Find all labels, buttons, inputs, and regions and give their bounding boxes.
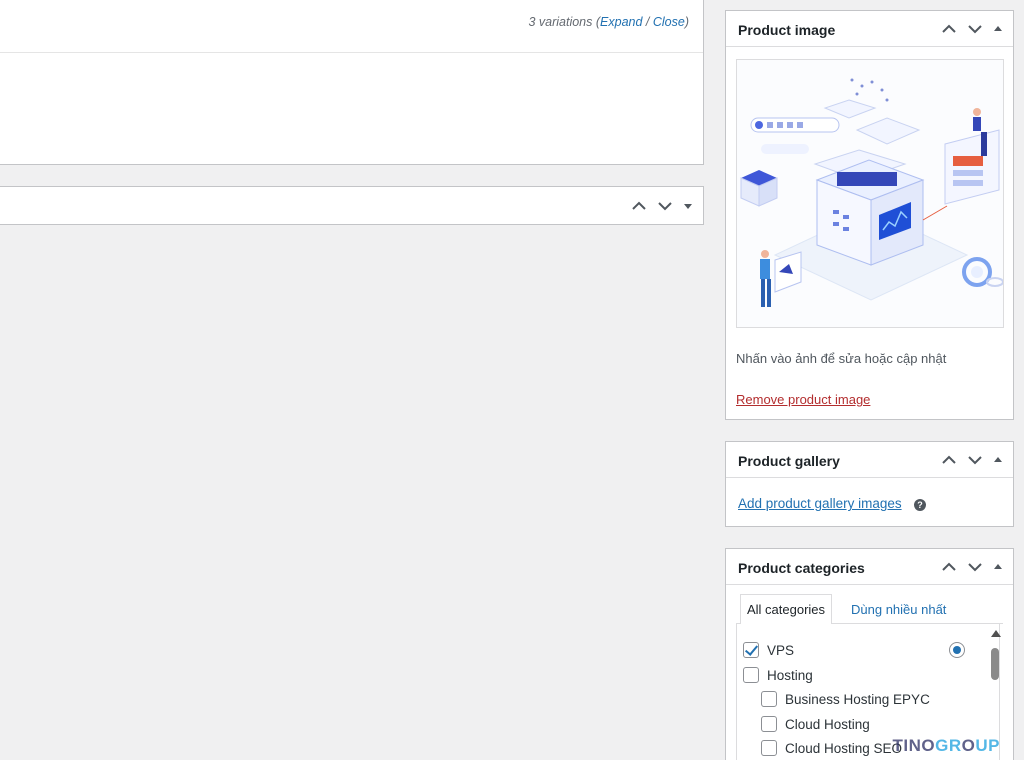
close-link[interactable]: Close bbox=[653, 15, 685, 29]
category-label: VPS bbox=[767, 642, 795, 658]
variations-close-paren: ) bbox=[684, 15, 689, 29]
chevron-up-icon[interactable] bbox=[631, 198, 647, 214]
product-gallery-controls bbox=[941, 452, 1003, 468]
product-gallery-box: Product gallery Add product gallery imag… bbox=[725, 441, 1014, 527]
toggle-arrow-icon[interactable] bbox=[993, 452, 1003, 468]
watermark-part: UP bbox=[975, 736, 1000, 755]
category-checkbox[interactable] bbox=[743, 667, 759, 683]
toggle-arrow-icon[interactable] bbox=[993, 21, 1003, 37]
toggle-arrow-icon[interactable] bbox=[993, 559, 1003, 575]
product-gallery-title: Product gallery bbox=[738, 453, 840, 469]
help-icon[interactable]: ? bbox=[914, 499, 926, 511]
product-image-box: Product image Nhấn vào ảnh để sửa hoặc c… bbox=[725, 10, 1014, 420]
product-categories-controls bbox=[941, 559, 1003, 575]
toggle-arrow-icon[interactable] bbox=[683, 198, 693, 214]
add-gallery-images-link[interactable]: Add product gallery images bbox=[738, 496, 902, 511]
watermark-part: O bbox=[961, 736, 976, 755]
category-item-cloud-hosting-seo: Cloud Hosting SEO bbox=[761, 740, 902, 756]
category-item-hosting: Hosting bbox=[743, 667, 813, 683]
scroll-up-arrow-icon[interactable] bbox=[991, 630, 1001, 637]
chevron-up-icon[interactable] bbox=[941, 452, 957, 468]
chevron-down-icon[interactable] bbox=[967, 452, 983, 468]
category-label: Business Hosting EPYC bbox=[785, 691, 930, 707]
variations-toolbar: 3 variations (Expand / Close) bbox=[0, 0, 703, 53]
product-categories-header: Product categories bbox=[726, 549, 1013, 585]
tab-most-used[interactable]: Dùng nhiều nhất bbox=[844, 594, 953, 625]
chevron-down-icon[interactable] bbox=[967, 559, 983, 575]
category-label: Cloud Hosting SEO bbox=[785, 740, 903, 756]
category-checkbox[interactable] bbox=[761, 691, 777, 707]
scroll-thumb[interactable] bbox=[991, 648, 999, 680]
product-image-thumbnail[interactable] bbox=[736, 59, 1004, 328]
category-item-cloud-hosting: Cloud Hosting bbox=[761, 716, 870, 732]
product-image-header: Product image bbox=[726, 11, 1013, 47]
category-checkbox[interactable] bbox=[743, 642, 759, 658]
chevron-down-icon[interactable] bbox=[657, 198, 673, 214]
category-checkbox[interactable] bbox=[761, 716, 777, 732]
product-gallery-header: Product gallery bbox=[726, 442, 1013, 478]
collapsed-metabox-controls bbox=[631, 198, 693, 214]
product-categories-box: Product categories All categories Dùng n… bbox=[725, 548, 1014, 760]
chevron-up-icon[interactable] bbox=[941, 21, 957, 37]
variations-panel: 3 variations (Expand / Close) bbox=[0, 0, 704, 165]
remove-product-image-link[interactable]: Remove product image bbox=[736, 392, 870, 407]
collapsed-metabox bbox=[0, 186, 704, 225]
category-tabs: All categories Dùng nhiều nhất bbox=[736, 594, 1003, 625]
category-checkbox[interactable] bbox=[761, 740, 777, 756]
variations-separator: / bbox=[642, 15, 653, 29]
product-image-controls bbox=[941, 21, 1003, 37]
category-label: Cloud Hosting bbox=[785, 716, 870, 732]
watermark-part: TINO bbox=[892, 736, 936, 755]
server-illustration bbox=[737, 60, 1003, 327]
category-item-vps: VPS bbox=[743, 642, 794, 658]
variations-info: 3 variations (Expand / Close) bbox=[528, 15, 689, 29]
watermark-part: GR bbox=[935, 736, 962, 755]
expand-link[interactable]: Expand bbox=[600, 15, 642, 29]
chevron-down-icon[interactable] bbox=[967, 21, 983, 37]
tinogroup-watermark: TINOGROUP bbox=[893, 736, 1000, 756]
variations-open-paren: ( bbox=[592, 15, 601, 29]
variations-count: 3 variations bbox=[528, 15, 593, 29]
product-categories-title: Product categories bbox=[738, 560, 865, 576]
product-image-title: Product image bbox=[738, 22, 836, 38]
chevron-up-icon[interactable] bbox=[941, 559, 957, 575]
image-hint-text: Nhấn vào ảnh để sửa hoặc cập nhật bbox=[736, 351, 947, 366]
primary-category-radio[interactable] bbox=[949, 642, 965, 658]
category-item-business-hosting-epyc: Business Hosting EPYC bbox=[761, 691, 930, 707]
tab-all-categories[interactable]: All categories bbox=[740, 594, 833, 625]
category-label: Hosting bbox=[767, 667, 813, 683]
